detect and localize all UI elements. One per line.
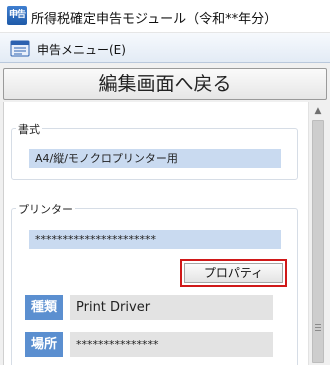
menu-bar: 申告メニュー(E)	[0, 33, 330, 63]
app-icon: 申告	[7, 6, 27, 25]
scroll-up-arrow-icon[interactable]: ▲	[309, 104, 327, 118]
thumb-grip-line	[315, 327, 321, 328]
type-value: Print Driver	[70, 295, 273, 320]
format-group-label: 書式	[16, 121, 42, 137]
type-label: 種類	[25, 295, 63, 320]
scroll-thumb[interactable]	[312, 120, 324, 363]
thumb-grip-line	[315, 324, 321, 325]
window-title: 所得税確定申告モジュール（令和**年分）	[31, 12, 278, 27]
properties-button-highlight: プロパティ	[180, 259, 287, 287]
location-label: 場所	[25, 332, 63, 357]
menu-declaration[interactable]: 申告メニュー(E)	[37, 41, 126, 58]
declaration-menu-icon[interactable]	[10, 40, 30, 57]
printer-group-label: プリンター	[16, 201, 75, 217]
printer-name-field[interactable]: **********************	[29, 230, 281, 249]
thumb-grip-line	[315, 330, 321, 331]
properties-button[interactable]: プロパティ	[184, 263, 283, 283]
back-to-edit-button[interactable]: 編集画面へ戻る	[3, 68, 327, 100]
location-value: ***************	[70, 332, 273, 357]
title-bar: 申告 所得税確定申告モジュール（令和**年分）	[0, 0, 330, 33]
format-field[interactable]: A4/縦/モノクロプリンター用	[29, 149, 281, 168]
vertical-scrollbar[interactable]: ▲	[308, 102, 327, 365]
